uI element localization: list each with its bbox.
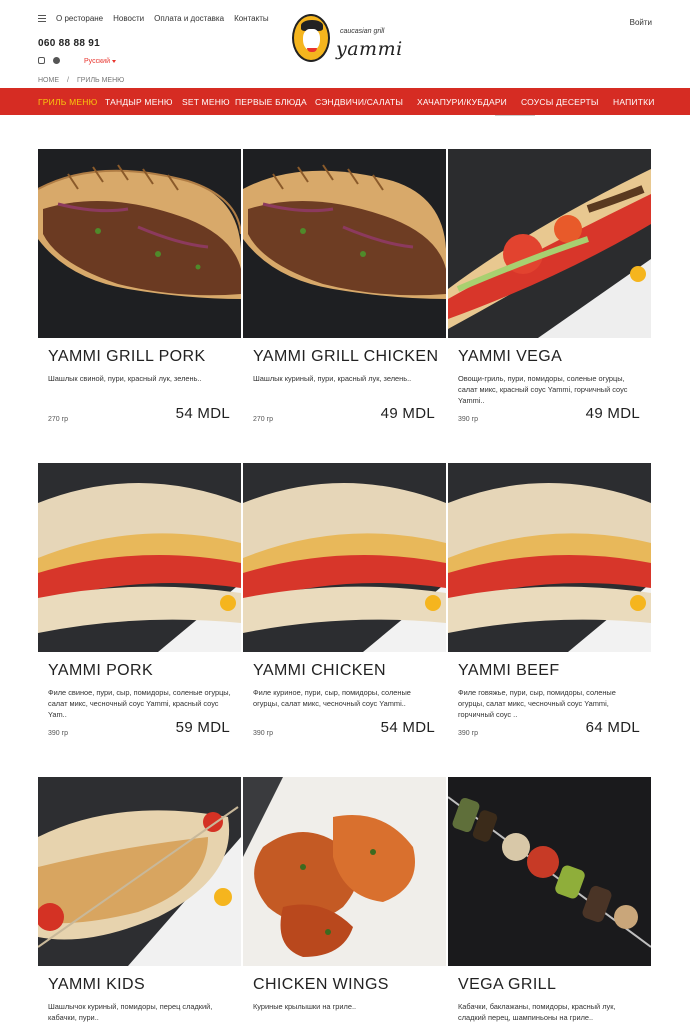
product-card[interactable]: YAMMI BEEF Филе говяжье, пури, сыр, поми… [448,463,651,763]
product-image[interactable] [243,463,446,652]
product-weight: 390 гр [48,730,69,737]
product-price: 54 MDL [175,405,230,422]
menu-item-first-courses[interactable]: ПЕРВЫЕ БЛЮДА [235,97,307,107]
site-logo[interactable]: caucasian grill yammi [292,14,402,66]
product-price: 49 MDL [585,405,640,422]
caret-down-icon [111,59,116,63]
product-weight: 390 гр [458,730,479,737]
product-description: Овощи-гриль, пури, помидоры, соленые огу… [458,374,628,405]
nav-link-about[interactable]: О ресторане [56,14,103,23]
product-image[interactable] [243,777,446,966]
menu-item-sandwiches[interactable]: СЭНДВИЧИ/САЛАТЫ [315,97,403,107]
top-nav: О ресторане Новости Оплата и доставка Ко… [38,14,269,23]
product-image[interactable] [448,463,651,652]
product-name[interactable]: YAMMI VEGA [458,348,562,366]
product-card[interactable]: YAMMI CHICKEN Филе куриное, пури, сыр, п… [243,463,446,763]
product-image[interactable] [38,777,241,966]
facebook-icon[interactable] [53,57,60,64]
menu-item-khachapuri[interactable]: ХАЧАПУРИ/КУБДАРИ [417,97,507,107]
product-weight: 390 гр [253,730,274,737]
product-card[interactable]: VEGA GRILL Кабачки, баклажаны, помидоры,… [448,777,651,1034]
product-image[interactable] [38,149,241,338]
product-name[interactable]: YAMMI KIDS [48,976,145,994]
product-weight: 270 гр [253,416,274,423]
category-menu: ГРИЛЬ МЕНЮ ТАНДЫР МЕНЮ SET МЕНЮ ПЕРВЫЕ Б… [0,88,690,115]
language-label: Русский [84,58,110,65]
product-weight: 270 гр [48,416,69,423]
login-link[interactable]: Войти [630,18,652,27]
product-price: 49 MDL [380,405,435,422]
phone-number[interactable]: 060 88 88 91 [38,38,100,49]
logo-mascot-icon [292,14,330,62]
hamburger-menu-icon[interactable] [38,15,46,22]
product-card[interactable]: YAMMI GRILL CHICKEN Шашлык куриный, пури… [243,149,446,449]
product-description: Куриные крылышки на гриле.. [253,1002,357,1011]
product-card[interactable]: CHICKEN WINGS Куриные крылышки на гриле.… [243,777,446,1034]
product-price: 64 MDL [585,719,640,736]
product-card[interactable]: YAMMI VEGA Овощи-гриль, пури, помидоры, … [448,149,651,449]
nav-link-contacts[interactable]: Контакты [234,14,269,23]
product-price: 54 MDL [380,719,435,736]
product-weight: 390 гр [458,416,479,423]
product-image[interactable] [243,149,446,338]
divider [495,115,535,116]
instagram-icon[interactable] [38,57,45,64]
product-name[interactable]: YAMMI BEEF [458,662,560,680]
breadcrumb-current: ГРИЛЬ МЕНЮ [76,77,125,84]
site-header: О ресторане Новости Оплата и доставка Ко… [0,0,690,88]
product-description: Филе говяжье, пури, сыр, помидоры, солен… [458,688,616,719]
social-links [38,57,60,64]
product-description: Шашлычок куриный, помидоры, перец сладки… [48,1002,213,1022]
product-name[interactable]: YAMMI PORK [48,662,153,680]
logo-subtitle: caucasian grill [340,28,385,35]
product-image[interactable] [448,149,651,338]
product-name[interactable]: CHICKEN WINGS [253,976,389,994]
product-description: Кабачки, баклажаны, помидоры, красный лу… [458,1002,616,1022]
product-description: Филе свиное, пури, сыр, помидоры, солены… [48,688,231,719]
menu-item-sauces[interactable]: СОУСЫ [521,97,553,107]
product-name[interactable]: YAMMI GRILL PORK [48,348,206,366]
product-name[interactable]: YAMMI GRILL CHICKEN [253,348,438,366]
product-image[interactable] [448,777,651,966]
menu-item-desserts[interactable]: ДЕСЕРТЫ [556,97,599,107]
menu-item-grill[interactable]: ГРИЛЬ МЕНЮ [38,97,97,107]
menu-item-tandyr[interactable]: ТАНДЫР МЕНЮ [105,97,173,107]
menu-item-drinks[interactable]: НАПИТКИ [613,97,655,107]
product-description: Шашлык свиной, пури, красный лук, зелень… [48,374,202,383]
product-image[interactable] [38,463,241,652]
breadcrumb: HOME / ГРИЛЬ МЕНЮ [38,77,124,84]
product-card[interactable]: YAMMI GRILL PORK Шашлык свиной, пури, кр… [38,149,241,449]
menu-item-set[interactable]: SET МЕНЮ [182,97,230,107]
breadcrumb-separator: / [67,77,69,84]
logo-title: yammi [336,38,403,60]
nav-link-delivery[interactable]: Оплата и доставка [154,14,224,23]
product-price: 59 MDL [175,719,230,736]
breadcrumb-home[interactable]: HOME [38,77,59,84]
product-description: Филе куриное, пури, сыр, помидоры, солен… [253,688,411,708]
product-description: Шашлык куриный, пури, красный лук, зелен… [253,374,412,383]
product-name[interactable]: VEGA GRILL [458,976,556,994]
product-name[interactable]: YAMMI CHICKEN [253,662,386,680]
nav-link-news[interactable]: Новости [113,14,144,23]
product-card[interactable]: YAMMI PORK Филе свиное, пури, сыр, помид… [38,463,241,763]
product-card[interactable]: YAMMI KIDS Шашлычок куриный, помидоры, п… [38,777,241,1034]
language-select[interactable]: Русский [84,58,116,65]
